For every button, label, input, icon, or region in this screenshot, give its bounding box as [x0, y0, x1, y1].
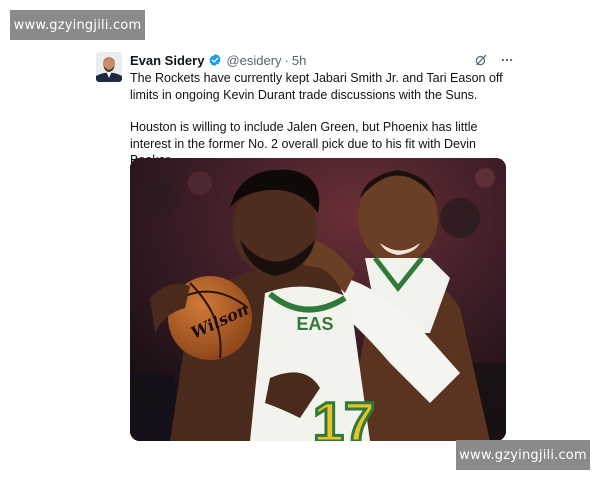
more-options-icon[interactable] — [500, 53, 514, 67]
tweet-paragraph-1: The Rockets have currently kept Jabari S… — [130, 71, 503, 102]
author-name[interactable]: Evan Sidery — [130, 53, 204, 68]
tweet-photo[interactable]: 17 EAS Wilson — [130, 158, 506, 441]
tweet-header: Evan Sidery @esidery · 5h — [130, 51, 306, 69]
verified-badge-icon — [208, 53, 222, 67]
author-handle[interactable]: @esidery — [226, 53, 281, 68]
tweet-card[interactable]: Evan Sidery @esidery · 5h The Rockets ha… — [96, 50, 516, 445]
jersey-lettering: EAS — [296, 314, 333, 334]
watermark-bottom: www.gzyingjili.com — [456, 440, 590, 470]
avatar[interactable] — [96, 52, 122, 82]
separator-dot: · — [284, 52, 289, 68]
tweet-text: The Rockets have currently kept Jabari S… — [130, 70, 510, 169]
grok-icon[interactable] — [474, 53, 488, 67]
watermark-top: www.gzyingjili.com — [10, 10, 145, 40]
jersey-number: 17 — [313, 390, 375, 441]
timestamp[interactable]: 5h — [292, 53, 306, 68]
tweet-actions — [474, 53, 514, 67]
